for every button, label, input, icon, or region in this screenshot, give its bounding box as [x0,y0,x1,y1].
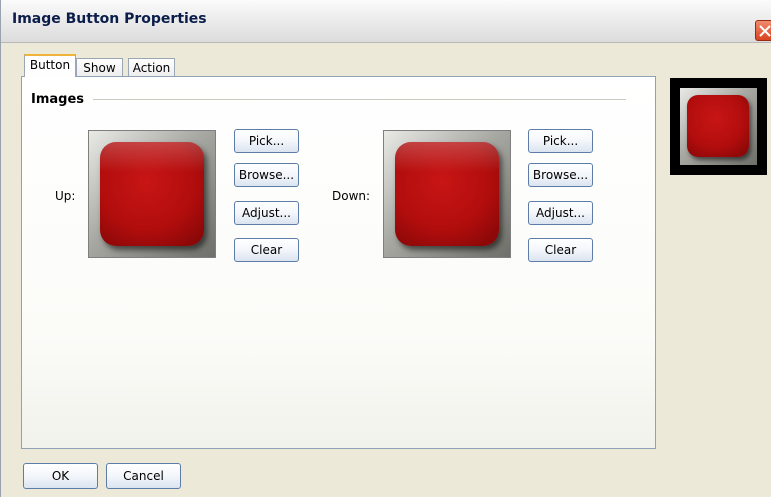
down-label: Down: [332,189,371,203]
down-pick-button[interactable]: Pick... [528,129,593,153]
up-browse-button[interactable]: Browse... [234,163,299,187]
up-label: Up: [55,189,76,203]
down-clear-button[interactable]: Clear [528,238,593,262]
images-group-label: Images [31,92,85,107]
window-title: Image Button Properties [12,11,207,27]
group-divider [93,99,626,100]
up-adjust-button[interactable]: Adjust... [234,201,299,225]
tab-action[interactable]: Action [128,58,175,78]
up-pick-button[interactable]: Pick... [234,129,299,153]
down-browse-button[interactable]: Browse... [528,163,593,187]
tab-button[interactable]: Button [24,54,76,77]
cancel-button[interactable]: Cancel [106,463,181,489]
down-adjust-button[interactable]: Adjust... [528,201,593,225]
tab-show[interactable]: Show [76,58,123,78]
up-clear-button[interactable]: Clear [234,238,299,262]
button-preview [670,78,767,175]
up-image-preview [88,130,216,258]
image-button-properties-dialog: Image Button Properties Button Show Acti… [0,0,771,497]
ok-button[interactable]: OK [23,463,98,489]
red-rounded-button-image [687,95,749,157]
close-x-icon [759,25,771,37]
title-bar: Image Button Properties [1,0,771,43]
close-button[interactable] [755,20,771,41]
down-image-preview [383,130,511,258]
